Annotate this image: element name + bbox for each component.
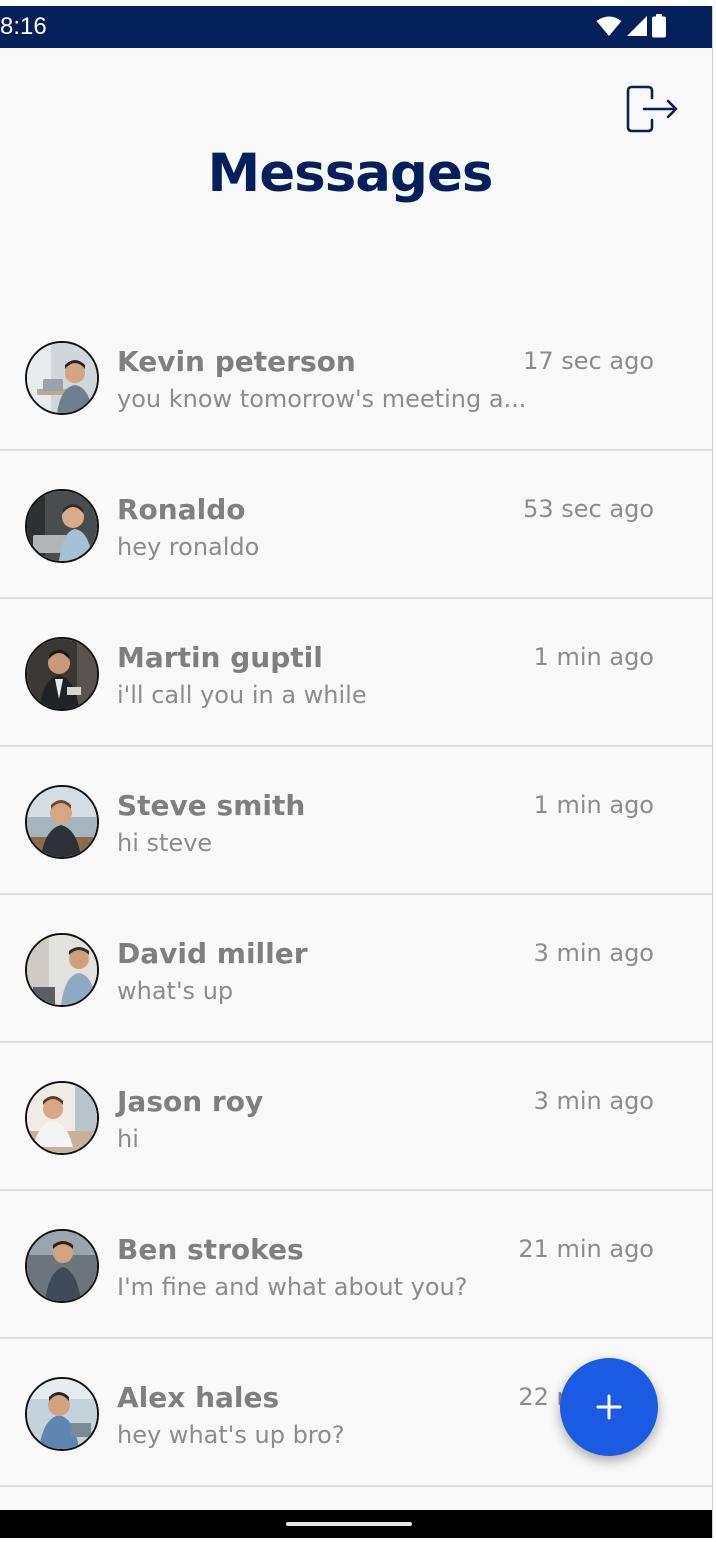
message-preview: hey what's up bro? (117, 1421, 345, 1449)
avatar (25, 933, 99, 1007)
conversation-row[interactable]: Martin guptil i'll call you in a while 1… (0, 599, 712, 747)
message-time: 17 sec ago (523, 347, 654, 375)
conversation-row[interactable]: Steve smith hi steve 1 min ago (0, 747, 712, 895)
avatar (25, 1377, 99, 1451)
messages-screen: 8:16 Messages Kevin peterson you know to… (0, 6, 713, 1538)
message-time: 1 min ago (533, 791, 654, 819)
new-message-button[interactable] (560, 1358, 658, 1456)
logout-button[interactable] (624, 82, 680, 136)
contact-name: Alex hales (117, 1381, 280, 1414)
contact-name: David miller (117, 937, 308, 970)
plus-icon (596, 1394, 622, 1420)
conversation-row[interactable]: Jason roy hi 3 min ago (0, 1043, 712, 1191)
navigation-bar (0, 1510, 712, 1538)
contact-name: Kevin peterson (117, 345, 356, 378)
message-preview: what's up (117, 977, 234, 1005)
status-bar: 8:16 (0, 6, 712, 48)
message-preview: you know tomorrow's meeting a... (117, 385, 527, 413)
message-time: 21 min ago (518, 1235, 654, 1263)
contact-name: Martin guptil (117, 641, 323, 674)
contact-name: Jason roy (117, 1085, 264, 1118)
message-preview: hi (117, 1125, 139, 1153)
page-title: Messages (207, 143, 494, 204)
avatar (25, 785, 99, 859)
message-preview: i'll call you in a while (117, 681, 367, 709)
conversation-row[interactable]: Kevin peterson you know tomorrow's meeti… (0, 303, 712, 451)
message-time: 3 min ago (533, 939, 654, 967)
message-preview: hey ronaldo (117, 533, 260, 561)
message-time: 53 sec ago (523, 495, 654, 523)
battery-icon (652, 14, 666, 38)
message-time: 3 min ago (533, 1087, 654, 1115)
contact-name: Ronaldo (117, 493, 246, 526)
wifi-icon (596, 16, 622, 36)
conversation-list: Kevin peterson you know tomorrow's meeti… (0, 303, 712, 1487)
status-icons (596, 14, 666, 38)
avatar (25, 1229, 99, 1303)
avatar (25, 1081, 99, 1155)
conversation-row[interactable]: Ronaldo hey ronaldo 53 sec ago (0, 451, 712, 599)
contact-name: Ben strokes (117, 1233, 304, 1266)
status-time: 8:16 (0, 13, 47, 40)
conversation-row[interactable]: Ben strokes I'm fine and what about you?… (0, 1191, 712, 1339)
message-preview: hi steve (117, 829, 213, 857)
message-preview: I'm fine and what about you? (117, 1273, 468, 1301)
logout-icon (626, 85, 678, 133)
contact-name: Steve smith (117, 789, 306, 822)
conversation-row[interactable]: David miller what's up 3 min ago (0, 895, 712, 1043)
signal-icon (627, 16, 647, 36)
avatar (25, 637, 99, 711)
avatar (25, 489, 99, 563)
message-time: 1 min ago (533, 643, 654, 671)
home-indicator[interactable] (286, 1522, 412, 1526)
avatar (25, 341, 99, 415)
